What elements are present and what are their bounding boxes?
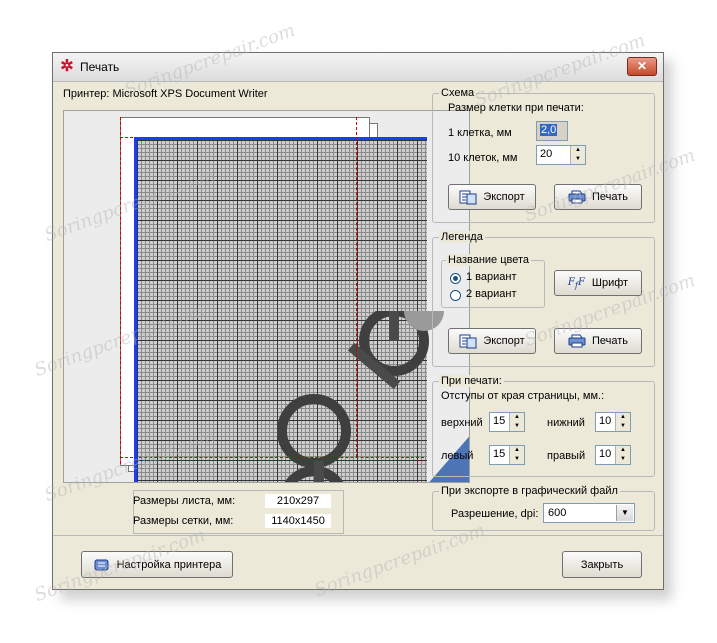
one-cell-input[interactable]: 2,0 (536, 121, 568, 141)
printer-icon (568, 189, 586, 205)
printer-setup-label: Настройка принтера (116, 558, 222, 571)
resolution-select[interactable]: 600 ▼ (543, 503, 635, 523)
spin-down-icon[interactable]: ▼ (615, 422, 630, 431)
legend-print-button[interactable]: Печать (554, 328, 642, 354)
top-margin-label: верхний (441, 417, 483, 429)
ten-cells-label: 10 клеток, мм (448, 152, 518, 164)
resolution-label: Разрешение, dpi: (451, 508, 539, 520)
ten-cells-value: 20 (540, 148, 553, 160)
one-cell-label: 1 клетка, мм (448, 127, 512, 139)
sheet-size-label: Размеры листа, мм: (133, 495, 236, 507)
bottom-margin-value: 10 (599, 415, 612, 427)
right-margin-label: правый (547, 450, 586, 462)
top-margin-value: 15 (493, 415, 506, 427)
legend-group: Легенда Название цвета 1 вариант 2 вариа… (432, 231, 655, 367)
printing-group-title: При печати: (439, 375, 504, 387)
spin-down-icon[interactable]: ▼ (570, 155, 585, 164)
print-preview (63, 110, 470, 483)
legend-print-label: Печать (591, 335, 629, 347)
grid-size-value: 1140x1450 (265, 514, 331, 528)
scheme-export-button[interactable]: Экспорт (448, 184, 536, 210)
one-cell-value: 2,0 (540, 124, 558, 136)
option2-label[interactable]: 2 вариант (466, 288, 517, 300)
close-window-button[interactable]: ✕ (627, 57, 657, 76)
option1-label[interactable]: 1 вариант (466, 271, 517, 283)
right-margin-spinner[interactable]: 10 ▲ ▼ (595, 445, 631, 465)
font-icon: FfF (567, 277, 585, 290)
printer-icon (568, 333, 586, 349)
bottom-margin-label: нижний (547, 417, 585, 429)
spin-down-icon[interactable]: ▼ (509, 422, 524, 431)
export-image-group-title: При экспорте в графический файл (439, 485, 620, 497)
spin-up-icon[interactable]: ▲ (509, 446, 524, 455)
scheme-print-button[interactable]: Печать (554, 184, 642, 210)
color-name-title: Название цвета (446, 254, 532, 266)
left-margin-label: левый (441, 450, 474, 462)
scheme-print-label: Печать (591, 191, 629, 203)
margin-line-bottom-front (134, 457, 424, 458)
margin-line-left (120, 117, 121, 464)
export-image-group: При экспорте в графический файл Разрешен… (432, 485, 655, 531)
color-name-group: Название цвета 1 вариант 2 вариант (441, 254, 545, 308)
spin-up-icon[interactable]: ▲ (570, 146, 585, 155)
legend-export-label: Экспорт (483, 335, 525, 347)
legend-group-title: Легенда (439, 231, 485, 243)
spin-up-icon[interactable]: ▲ (615, 446, 630, 455)
scheme-group-title: Схема (439, 87, 477, 99)
export-icon (459, 333, 477, 349)
printing-group: При печати: Отступы от края страницы, мм… (432, 375, 655, 477)
scheme-group: Схема Размер клетки при печати: 1 клетка… (432, 87, 655, 223)
margin-line-right-front (356, 137, 357, 457)
left-margin-spinner[interactable]: 15 ▲ ▼ (489, 445, 525, 465)
margins-label: Отступы от края страницы, мм.: (441, 390, 605, 402)
font-label: Шрифт (591, 277, 629, 289)
footer-divider (53, 535, 663, 536)
left-margin-value: 15 (493, 448, 506, 460)
close-label: Закрыть (580, 558, 624, 571)
ten-cells-spinner[interactable]: 20 ▲ ▼ (536, 145, 586, 165)
spin-down-icon[interactable]: ▼ (509, 455, 524, 464)
grid-size-label: Размеры сетки, мм: (133, 515, 234, 527)
right-margin-value: 10 (599, 448, 612, 460)
spin-up-icon[interactable]: ▲ (615, 413, 630, 422)
spin-down-icon[interactable]: ▼ (615, 455, 630, 464)
printer-setup-icon (93, 557, 111, 573)
close-button[interactable]: Закрыть (562, 551, 642, 578)
option2-radio[interactable] (450, 290, 461, 301)
printer-setup-button[interactable]: Настройка принтера (81, 551, 233, 578)
sheet-size-value: 210x297 (265, 494, 331, 508)
cell-size-label: Размер клетки при печати: (448, 102, 584, 114)
print-dialog: ✲ Печать ✕ Принтер: Microsoft XPS Docume… (52, 52, 664, 590)
font-button[interactable]: FfF Шрифт (554, 270, 642, 296)
export-icon (459, 189, 477, 205)
top-margin-spinner[interactable]: 15 ▲ ▼ (489, 412, 525, 432)
chevron-down-icon[interactable]: ▼ (616, 505, 633, 521)
bottom-margin-spinner[interactable]: 10 ▲ ▼ (595, 412, 631, 432)
spin-up-icon[interactable]: ▲ (509, 413, 524, 422)
scheme-export-label: Экспорт (483, 191, 525, 203)
printer-label: Принтер: Microsoft XPS Document Writer (63, 88, 268, 100)
title-bar[interactable]: ✲ Печать ✕ (53, 53, 663, 82)
window-title: Печать (80, 60, 120, 74)
resolution-value: 600 (548, 507, 567, 519)
option1-radio[interactable] (450, 273, 461, 284)
legend-export-button[interactable]: Экспорт (448, 328, 536, 354)
app-snowflake-icon: ✲ (60, 58, 74, 75)
